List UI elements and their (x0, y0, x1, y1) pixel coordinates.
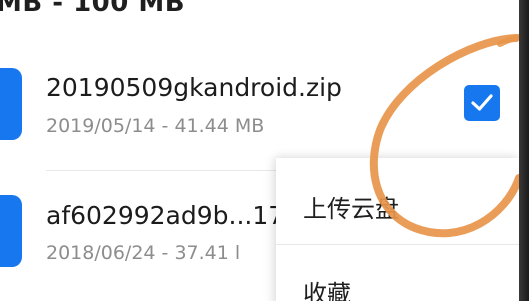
file-name: 20190509gkandroid.zip (46, 73, 342, 102)
row-divider (46, 170, 276, 171)
file-name: af602992ad9b...17 (46, 201, 285, 230)
file-manager-screen: MB - 100 MB 20190509gkandroid.zip 2019/0… (0, 0, 519, 301)
file-select-checkbox[interactable] (464, 85, 500, 121)
menu-divider (276, 244, 519, 245)
menu-item-upload-cloud[interactable]: 上传云盘 (303, 189, 399, 224)
file-icon (0, 195, 22, 267)
file-row[interactable]: 20190509gkandroid.zip 2019/05/14 - 41.44… (0, 55, 519, 150)
context-menu: 上传云盘 收藏 (276, 158, 519, 301)
device-edge (519, 0, 529, 301)
menu-item-favorite[interactable]: 收藏 (303, 274, 351, 301)
file-meta: 2019/05/14 - 41.44 MB (46, 115, 265, 137)
size-range-header: MB - 100 MB (0, 0, 186, 18)
checkmark-icon (471, 94, 493, 111)
file-icon (0, 68, 22, 140)
file-meta: 2018/06/24 - 37.41 l (46, 242, 241, 264)
